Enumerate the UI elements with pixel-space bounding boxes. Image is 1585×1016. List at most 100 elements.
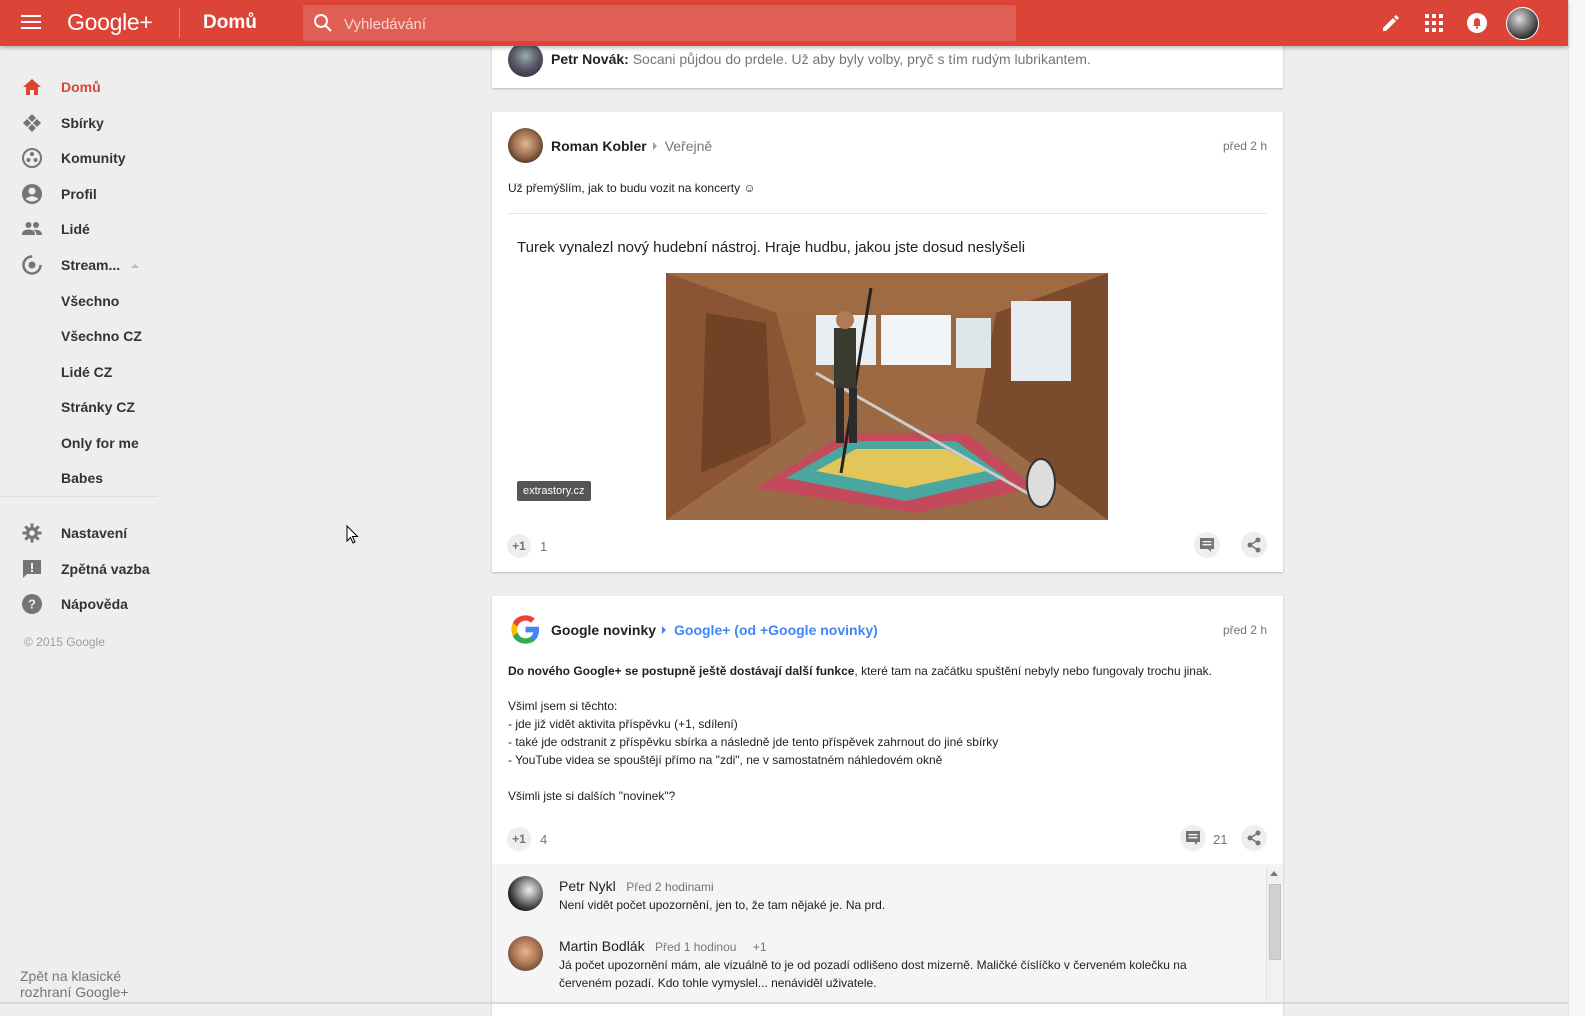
comment-plus-one[interactable]: +1 bbox=[753, 940, 767, 954]
stream-item-lide-cz[interactable]: Lidé CZ bbox=[0, 354, 158, 390]
comment-time[interactable]: Před 2 hodinami bbox=[626, 880, 713, 894]
plus-one-count: 4 bbox=[540, 832, 548, 847]
copyright-text: © 2015 Google bbox=[24, 635, 105, 649]
post-text-rest: , které tam na začátku spuštění nebyly n… bbox=[854, 664, 1212, 678]
comment-header: Petr Nykl Před 2 hodinami bbox=[559, 878, 714, 896]
comment-icon bbox=[1186, 831, 1200, 845]
comment-text: Já počet upozornění mám, ale vizuálně to… bbox=[559, 958, 1187, 972]
plus-one-count: 1 bbox=[540, 539, 548, 554]
apps-grid-icon[interactable] bbox=[1423, 12, 1445, 34]
sidebar-item-label: Stream... bbox=[61, 257, 121, 273]
stream-item-only-for-me[interactable]: Only for me bbox=[0, 425, 158, 461]
stream-item-vsechno[interactable]: Všechno bbox=[0, 283, 158, 319]
share-icon bbox=[1247, 537, 1261, 553]
partial-comment: Petr Novák: Socani půjdou do prdele. Už … bbox=[551, 51, 1091, 67]
sidebar-item-stream[interactable]: Stream... bbox=[0, 247, 158, 283]
post-card-roman-kobler: Roman Kobler Veřejně před 2 h Už přemýšlí… bbox=[492, 112, 1283, 572]
post-author[interactable]: Roman Kobler bbox=[551, 138, 647, 154]
link-title[interactable]: Turek vynalezl nový hudební nástroj. Hra… bbox=[517, 239, 1025, 256]
post-divider bbox=[508, 213, 1267, 214]
post-visibility[interactable]: Veřejně bbox=[665, 138, 712, 154]
comment-text: Není vidět počet upozornění, jen to, že … bbox=[559, 898, 886, 912]
page-scrollbar[interactable] bbox=[1568, 0, 1585, 1016]
profile-icon bbox=[22, 184, 42, 204]
sidebar-item-people[interactable]: Lidé bbox=[0, 211, 158, 247]
comment-time[interactable]: Před 1 hodinou bbox=[655, 940, 736, 954]
post-time[interactable]: před 2 h bbox=[1223, 139, 1267, 153]
post-header: Roman Kobler Veřejně bbox=[551, 138, 712, 156]
comment-button[interactable] bbox=[1194, 532, 1220, 558]
post-author[interactable]: Google novinky bbox=[551, 622, 656, 638]
sidebar-item-label: Domů bbox=[61, 79, 101, 95]
comment-author[interactable]: Petr Novák: bbox=[551, 51, 629, 67]
classic-interface-link[interactable]: Zpět na klasické rozhraní Google+ bbox=[20, 968, 158, 1000]
share-button[interactable] bbox=[1241, 532, 1267, 558]
sidebar-item-home[interactable]: Domů bbox=[0, 69, 158, 105]
sidebar-item-settings[interactable]: Nastavení bbox=[0, 515, 158, 551]
stream-item-label: Stránky CZ bbox=[61, 399, 135, 415]
search-icon bbox=[314, 14, 332, 32]
post-time[interactable]: před 2 h bbox=[1223, 623, 1267, 637]
account-avatar[interactable] bbox=[1506, 7, 1539, 40]
post-text-line: - YouTube videa se spouštějí přímo na "z… bbox=[508, 753, 943, 767]
communities-icon bbox=[22, 148, 42, 168]
post-target-collection[interactable]: Google+ (od +Google novinky) bbox=[674, 622, 878, 638]
gear-icon bbox=[22, 523, 42, 543]
comment-count: 21 bbox=[1213, 832, 1228, 847]
comments-panel: Petr Nykl Před 2 hodinami Není vidět poč… bbox=[492, 864, 1283, 1004]
sidebar-item-label: Nápověda bbox=[61, 596, 128, 612]
sidebar-item-label: Komunity bbox=[61, 150, 126, 166]
post-text-line: Všimli jste si dalších "novinek"? bbox=[508, 789, 676, 803]
comment-icon bbox=[1200, 538, 1214, 552]
comment-author[interactable]: Petr Nykl bbox=[559, 878, 616, 894]
share-button[interactable] bbox=[1241, 825, 1267, 851]
notifications-bell-icon[interactable] bbox=[1466, 12, 1488, 34]
sidebar-item-feedback[interactable]: Zpětná vazba bbox=[0, 551, 158, 587]
stream-item-label: Only for me bbox=[61, 435, 139, 451]
stream-item-vsechno-cz[interactable]: Všechno CZ bbox=[0, 318, 158, 354]
comments-scrollbar[interactable] bbox=[1266, 868, 1281, 1004]
plus-one-button[interactable]: +1 bbox=[507, 827, 531, 851]
mouse-cursor-icon bbox=[346, 525, 359, 544]
stream-item-label: Babes bbox=[61, 470, 104, 486]
post-card-google-novinky: Google novinky Google+ (od +Google novink… bbox=[492, 596, 1283, 1016]
google-plus-logo[interactable]: Google+ bbox=[67, 9, 153, 36]
avatar[interactable] bbox=[508, 876, 543, 911]
link-preview-image[interactable] bbox=[666, 273, 1108, 520]
search-input[interactable] bbox=[342, 5, 1006, 43]
avatar[interactable] bbox=[508, 42, 543, 77]
scroll-up-arrow-icon[interactable] bbox=[1270, 871, 1278, 876]
sidebar-item-communities[interactable]: Komunity bbox=[0, 140, 158, 176]
collapse-caret-icon[interactable] bbox=[131, 264, 139, 268]
sidebar-item-label: Zpětná vazba bbox=[61, 561, 150, 577]
sidebar-item-help[interactable]: ? Nápověda bbox=[0, 586, 158, 622]
comment-author[interactable]: Martin Bodlák bbox=[559, 938, 645, 954]
google-g-logo-icon[interactable] bbox=[508, 612, 543, 647]
feedback-icon bbox=[23, 560, 41, 578]
sidebar-item-label: Nastavení bbox=[61, 525, 128, 541]
comment-button[interactable] bbox=[1180, 825, 1206, 851]
share-icon bbox=[1247, 830, 1261, 846]
sidebar-item-collections[interactable]: Sbírky bbox=[0, 105, 158, 141]
post-text-bold: Do nového Google+ se postupně ještě dost… bbox=[508, 664, 855, 678]
avatar[interactable] bbox=[508, 936, 543, 971]
plus-one-button[interactable]: +1 bbox=[507, 534, 531, 558]
post-text-line: Všiml jsem si těchto: bbox=[508, 699, 618, 713]
stream-item-label: Všechno CZ bbox=[61, 328, 142, 344]
search-box[interactable] bbox=[303, 5, 1016, 43]
link-source-badge[interactable]: extrastory.cz bbox=[517, 481, 591, 501]
stream-item-stranky-cz[interactable]: Stránky CZ bbox=[0, 389, 158, 425]
avatar[interactable] bbox=[508, 128, 543, 163]
post-text: Už přemýšlím, jak to budu vozit na konce… bbox=[508, 181, 756, 195]
post-text-line: - jde již vidět aktivita příspěvku (+1, … bbox=[508, 717, 738, 731]
sidebar-item-profile[interactable]: Profil bbox=[0, 176, 158, 212]
scrollbar-thumb[interactable] bbox=[1269, 884, 1281, 960]
help-icon: ? bbox=[22, 594, 42, 614]
comment-header: Martin Bodlák Před 1 hodinou +1 bbox=[559, 938, 767, 956]
sidebar-item-label: Lidé bbox=[61, 221, 90, 237]
share-target-caret-icon bbox=[662, 626, 667, 634]
stream-item-babes[interactable]: Babes bbox=[0, 460, 158, 496]
wooden-room-photo-icon bbox=[666, 273, 1108, 520]
pencil-icon[interactable] bbox=[1380, 12, 1402, 34]
menu-icon[interactable] bbox=[21, 15, 41, 31]
